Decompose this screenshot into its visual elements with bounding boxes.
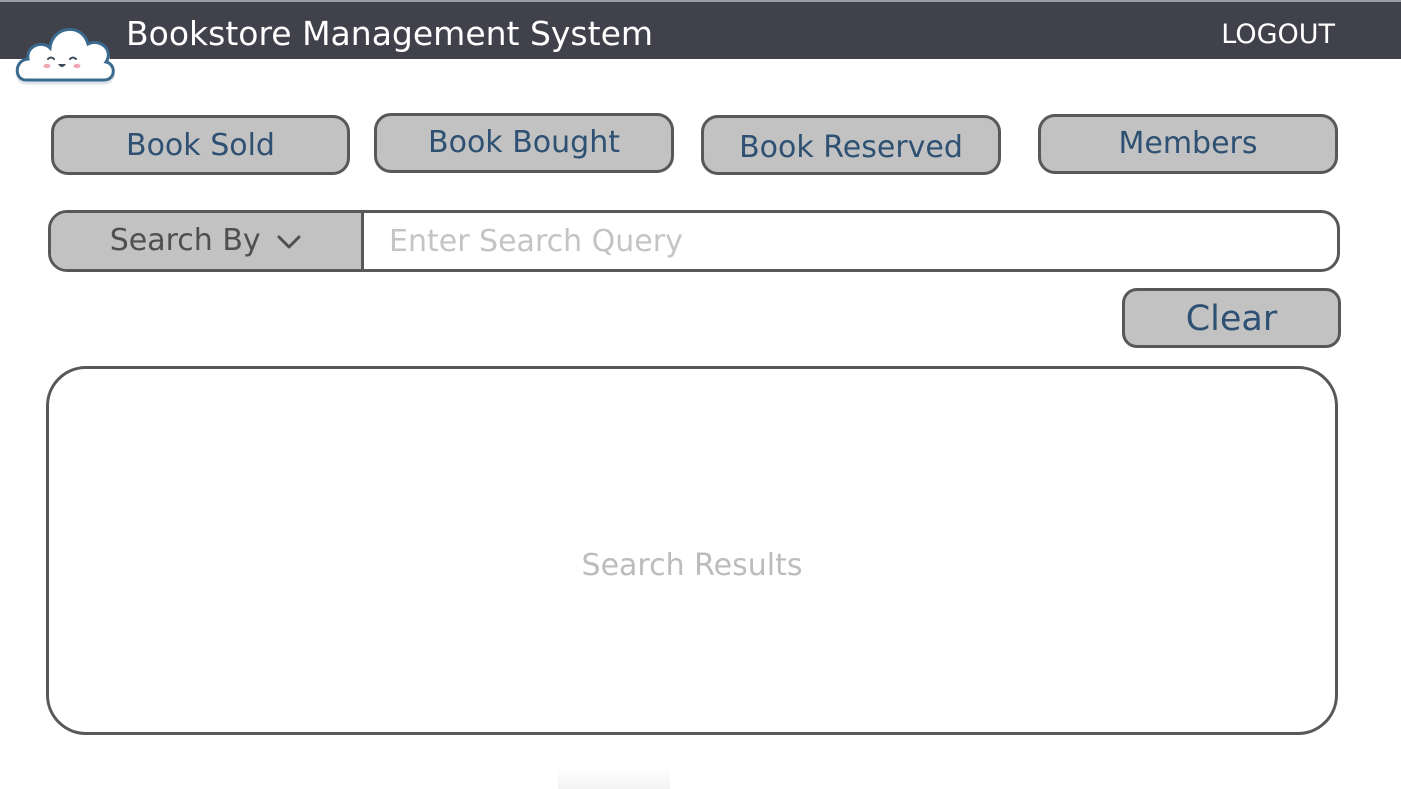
chevron-down-icon xyxy=(276,214,302,270)
search-results-panel: Search Results xyxy=(46,366,1338,735)
book-reserved-button[interactable]: Book Reserved xyxy=(701,115,1001,175)
search-by-label: Search By xyxy=(109,223,261,258)
book-sold-button[interactable]: Book Sold xyxy=(51,115,350,175)
logout-button[interactable]: LOGOUT xyxy=(1221,18,1335,52)
top-bar: Bookstore Management System LOGOUT xyxy=(0,0,1401,59)
book-bought-button[interactable]: Book Bought xyxy=(374,113,674,173)
search-input[interactable] xyxy=(367,213,1337,269)
bottom-divider xyxy=(558,768,670,789)
search-bar: Search By xyxy=(48,210,1340,272)
clear-button[interactable]: Clear xyxy=(1122,288,1341,348)
search-results-placeholder: Search Results xyxy=(581,548,803,583)
app-title: Bookstore Management System xyxy=(126,14,654,53)
cloud-logo-icon xyxy=(12,14,118,88)
search-by-dropdown[interactable]: Search By xyxy=(51,213,364,269)
members-button[interactable]: Members xyxy=(1038,114,1338,174)
page: Bookstore Management System LOGOUT Book … xyxy=(0,0,1401,789)
